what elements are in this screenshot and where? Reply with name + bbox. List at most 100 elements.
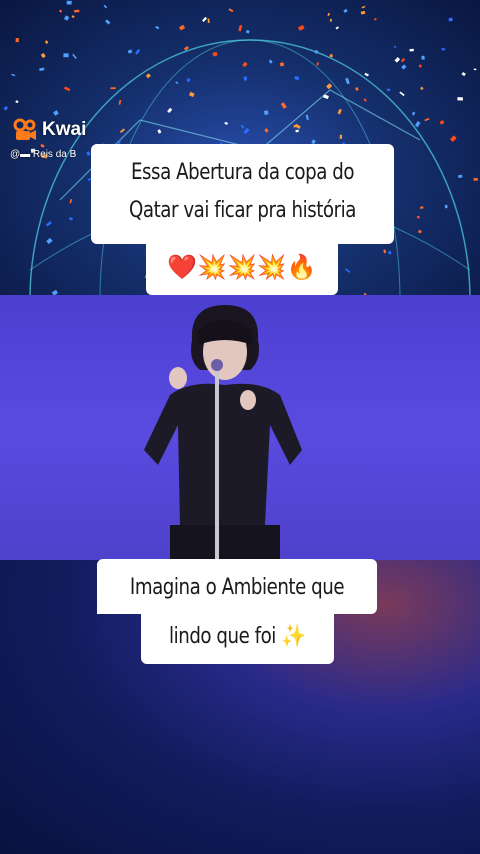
confetti-piece <box>44 40 49 44</box>
confetti-piece <box>457 97 463 101</box>
confetti-piece <box>68 216 74 221</box>
confetti-piece <box>316 62 320 66</box>
confetti-piece <box>63 53 69 58</box>
bottom-caption-box: Imagina o Ambiente que <box>97 559 377 614</box>
confetti-piece <box>188 91 195 98</box>
kwai-logo-icon <box>13 118 36 140</box>
confetti-piece <box>337 108 342 115</box>
confetti-piece <box>364 72 369 77</box>
confetti-piece <box>69 198 73 204</box>
kwai-brand-text: Kwai <box>42 119 87 140</box>
confetti-piece <box>155 25 160 30</box>
confetti-piece <box>103 4 108 9</box>
confetti-piece <box>3 105 9 111</box>
confetti-piece <box>279 62 285 67</box>
confetti-piece <box>418 64 423 68</box>
top-caption-line-2: Qatar vai ficar pra história <box>129 198 356 223</box>
kwai-watermark: Kwai <box>12 118 86 142</box>
confetti-piece <box>39 67 45 72</box>
confetti-piece <box>186 77 191 83</box>
confetti-piece <box>207 18 210 24</box>
confetti-piece <box>441 48 446 51</box>
confetti-piece <box>53 110 59 116</box>
confetti-piece <box>243 76 248 81</box>
confetti-piece <box>245 29 250 34</box>
confetti-piece <box>228 8 234 13</box>
singer-figure <box>144 305 302 562</box>
confetti-piece <box>444 204 448 209</box>
bottom-caption-line-2: lindo que foi ✨ <box>169 624 306 649</box>
top-caption-box: Essa Abertura da copa do Qatar vai ficar… <box>91 144 394 244</box>
confetti-piece <box>473 178 478 181</box>
confetti-piece <box>411 111 416 116</box>
confetti-piece <box>280 102 287 109</box>
confetti-piece <box>11 73 16 77</box>
confetti-piece <box>305 114 309 121</box>
confetti-piece <box>242 61 248 68</box>
confetti-piece <box>461 71 466 77</box>
confetti-piece <box>335 26 339 30</box>
confetti-piece <box>135 48 141 55</box>
confetti-piece <box>157 129 162 134</box>
confetti-piece <box>238 24 243 32</box>
confetti-piece <box>202 16 208 22</box>
confetti-piece <box>243 127 250 135</box>
confetti-piece <box>450 135 457 142</box>
confetti-piece <box>424 117 430 122</box>
confetti-piece <box>175 81 179 85</box>
confetti-piece <box>360 10 366 15</box>
confetti-piece <box>167 107 173 114</box>
confetti-piece <box>264 128 269 133</box>
top-caption-emoji-box: ❤️💥💥💥🔥 <box>146 242 338 295</box>
confetti-piece <box>323 94 329 100</box>
confetti-piece <box>46 237 53 245</box>
confetti-piece <box>329 54 333 58</box>
confetti-piece <box>394 57 401 63</box>
confetti-piece <box>361 5 366 9</box>
confetti-piece <box>421 55 425 60</box>
confetti-piece <box>345 77 350 85</box>
confetti-piece <box>294 75 300 81</box>
confetti-piece <box>105 19 111 25</box>
confetti-piece <box>59 9 63 13</box>
confetti-piece <box>339 134 343 139</box>
confetti-piece <box>327 12 331 17</box>
confetti-piece <box>297 24 305 31</box>
confetti-piece <box>386 88 391 92</box>
confetti-piece <box>355 86 359 91</box>
confetti-piece <box>416 215 420 219</box>
confetti-piece <box>127 49 133 54</box>
confetti-piece <box>118 99 122 105</box>
confetti-piece <box>409 48 414 52</box>
confetti-piece <box>329 18 332 22</box>
confetti-piece <box>212 51 218 57</box>
confetti-piece <box>66 0 72 5</box>
confetti-piece <box>414 121 421 128</box>
confetti-piece <box>63 15 70 21</box>
confetti-piece <box>458 174 463 179</box>
confetti-piece <box>45 221 52 227</box>
confetti-piece <box>387 250 392 255</box>
confetti-piece <box>295 129 299 133</box>
creator-handle: @▬ Reis da B <box>10 149 77 160</box>
confetti-piece <box>71 15 75 18</box>
confetti-piece <box>72 53 77 59</box>
confetti-piece <box>63 86 71 92</box>
confetti-piece <box>473 68 477 71</box>
confetti-piece <box>363 98 367 102</box>
confetti-piece <box>40 52 46 59</box>
confetti-piece <box>448 17 453 22</box>
confetti-piece <box>178 24 186 31</box>
confetti-piece <box>145 73 151 79</box>
confetti-piece <box>240 124 245 129</box>
confetti-piece <box>15 37 19 43</box>
confetti-piece <box>40 143 45 148</box>
top-caption-emojis: ❤️💥💥💥🔥 <box>167 253 317 281</box>
bottom-caption-box-2: lindo que foi ✨ <box>141 612 334 664</box>
confetti-piece <box>110 87 116 90</box>
confetti-piece <box>344 268 351 273</box>
confetti-piece <box>420 86 424 91</box>
confetti-piece <box>418 229 422 234</box>
confetti-piece <box>268 59 273 64</box>
confetti-piece <box>263 110 269 116</box>
